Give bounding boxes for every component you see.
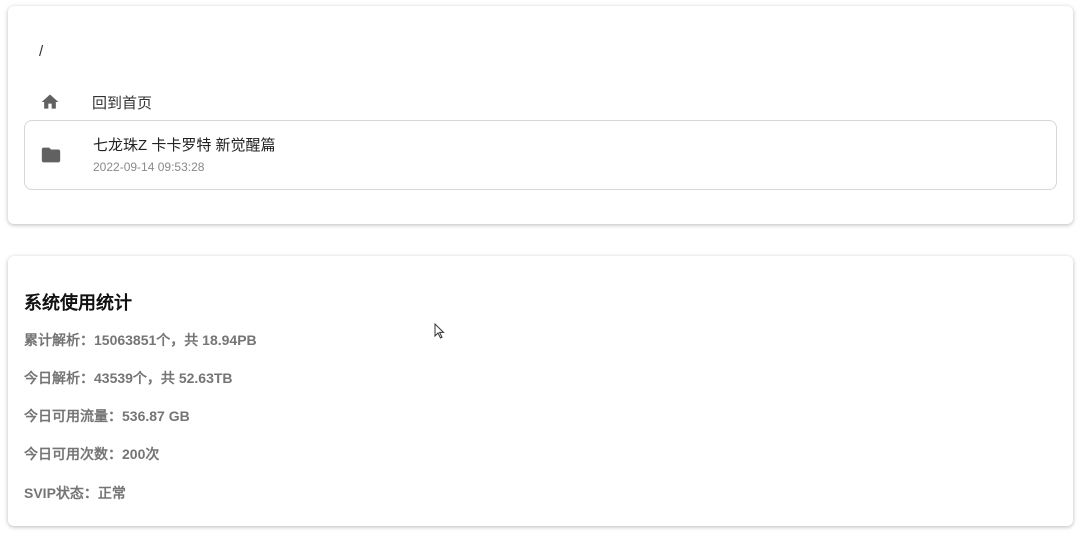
home-nav-item[interactable]: 回到首页 [24,82,1057,122]
stat-today-count: 今日可用次数：200次 [24,446,160,462]
file-browser-card: / 回到首页 七龙珠Z 卡卡罗特 新觉醒篇 2022-09-14 09:53:2… [8,6,1073,224]
stat-today-parses: 今日解析：43539个，共 52.63TB [24,370,233,386]
folder-item[interactable]: 七龙珠Z 卡卡罗特 新觉醒篇 2022-09-14 09:53:28 [24,120,1057,190]
folder-icon [25,144,77,166]
system-stats-card: 系统使用统计 累计解析：15063851个，共 18.94PB 今日解析：435… [8,256,1073,526]
home-nav-label: 回到首页 [92,94,153,112]
breadcrumb: / [39,43,44,60]
stat-today-traffic: 今日可用流量：536.87 GB [24,408,190,424]
mouse-cursor-icon [434,322,445,344]
stat-total-parses: 累计解析：15063851个，共 18.94PB [24,332,257,348]
stat-svip-status: SVIP状态：正常 [24,485,126,501]
folder-name: 七龙珠Z 卡卡罗特 新觉醒篇 [93,137,276,154]
stats-title: 系统使用统计 [24,293,132,313]
home-icon [24,92,76,112]
folder-date: 2022-09-14 09:53:28 [93,160,205,174]
